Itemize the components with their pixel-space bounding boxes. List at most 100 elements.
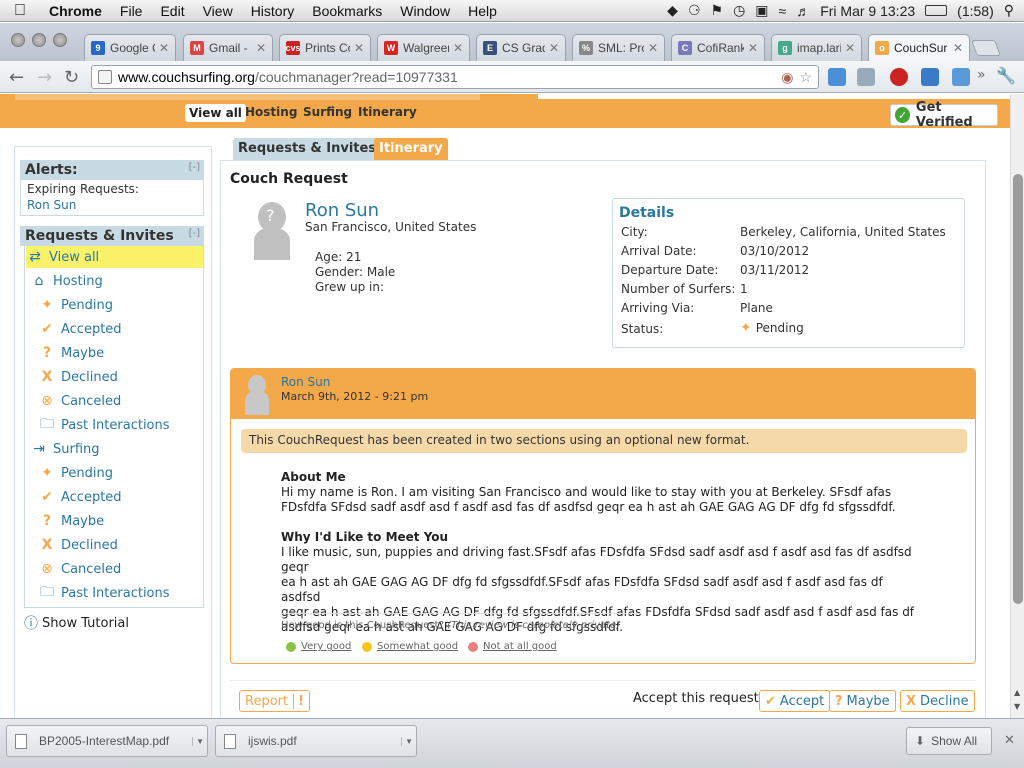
rating-very-good[interactable]: Very good (286, 641, 351, 652)
forward-icon[interactable]: → (37, 67, 52, 88)
get-verified-button[interactable]: ✓ Get Verified (890, 100, 998, 130)
scroll-up-icon[interactable]: ▲ (1014, 688, 1020, 697)
extension-badge-icon[interactable] (921, 68, 939, 86)
report-button[interactable]: Report ! (239, 690, 311, 712)
browser-tab[interactable]: M Gmail - In ✕ (183, 34, 273, 61)
display-icon[interactable]: ▣ (755, 2, 768, 19)
sidebar-hosting-maybe[interactable]: ? Maybe (38, 342, 104, 364)
tab-requests-invites[interactable]: Requests & Invites (233, 138, 382, 160)
vertical-scrollbar[interactable]: ▲ ▼ (1010, 94, 1024, 718)
browser-tab[interactable]: 9 Google C ✕ (84, 34, 176, 61)
menu-history[interactable]: History (242, 3, 304, 19)
spotlight-icon[interactable]: ⚲ (1004, 2, 1014, 19)
bookmark-icon[interactable]: ⚑ (711, 2, 724, 19)
sidebar-surfing-accepted[interactable]: ✔ Accepted (38, 486, 121, 508)
scrollbar-thumb[interactable] (1013, 174, 1023, 604)
requests-collapse-button[interactable]: [-] (189, 228, 200, 239)
sidebar-hosting-canceled[interactable]: ⊗ Canceled (38, 390, 121, 412)
close-tab-icon[interactable]: ✕ (748, 41, 758, 55)
sidebar-surfing-declined[interactable]: X Declined (38, 534, 118, 556)
volume-icon[interactable]: ♬ (796, 3, 810, 19)
minimize-window-button[interactable] (32, 33, 46, 47)
timemachine-icon[interactable]: ◷ (733, 2, 745, 19)
clock-text[interactable]: Fri Mar 9 13:23 (820, 3, 915, 19)
address-bar[interactable]: www.couchsurfing.org/couchmanager?read=1… (91, 65, 819, 89)
menu-help[interactable]: Help (459, 3, 506, 19)
subnav-view-all[interactable]: View all (185, 104, 246, 122)
subnav-itinerary[interactable]: Itinerary (358, 105, 417, 119)
menu-view[interactable]: View (194, 3, 242, 19)
close-downloads-icon[interactable]: ✕ (1004, 733, 1015, 748)
extension-icon[interactable] (857, 68, 875, 86)
sender-avatar[interactable] (243, 373, 271, 415)
dropbox-icon[interactable]: ◆ (667, 2, 678, 19)
menu-edit[interactable]: Edit (151, 3, 193, 19)
download-item[interactable]: ijswis.pdf ▼ (215, 725, 417, 757)
rating-somewhat-good[interactable]: Somewhat good (362, 641, 458, 652)
tab-itinerary[interactable]: Itinerary (374, 138, 448, 160)
browser-tab[interactable]: g imap.larit ✕ (771, 34, 862, 61)
adblock-icon[interactable] (890, 68, 908, 86)
chevron-down-icon[interactable]: ▼ (401, 736, 413, 746)
close-tab-icon[interactable]: ✕ (256, 41, 266, 55)
alerts-collapse-button[interactable]: [-] (189, 162, 200, 173)
close-window-button[interactable] (11, 33, 25, 47)
maybe-button[interactable]: ? Maybe (829, 690, 896, 712)
close-tab-icon[interactable]: ✕ (845, 41, 855, 55)
star-icon[interactable]: ☆ (799, 69, 812, 86)
cookie-blocked-icon[interactable]: ◉ (781, 69, 793, 86)
subnav-hosting[interactable]: Hosting (245, 105, 297, 119)
sidebar-surfing-pending[interactable]: ✦ Pending (38, 462, 113, 484)
back-icon[interactable]: ← (9, 67, 24, 88)
subnav-surfing[interactable]: Surfing (303, 105, 352, 119)
sidebar-hosting-accepted[interactable]: ✔ Accepted (38, 318, 121, 340)
wrench-icon[interactable]: 🔧 (996, 66, 1016, 85)
close-tab-icon[interactable]: ✕ (354, 41, 364, 55)
close-tab-icon[interactable]: ✕ (549, 41, 559, 55)
show-tutorial-link[interactable]: ⓘ Show Tutorial (24, 612, 129, 634)
browser-tab[interactable]: W Walgreen ✕ (377, 34, 470, 61)
wifi-icon[interactable]: ≈ (779, 3, 787, 19)
decline-button[interactable]: X Decline (900, 690, 975, 712)
download-item[interactable]: BP2005-InterestMap.pdf ▼ (6, 725, 208, 757)
menu-file[interactable]: File (111, 3, 152, 19)
sidebar-view-all[interactable]: ⇄ View all (26, 246, 203, 268)
apple-icon[interactable]:  (0, 2, 40, 20)
rating-not-good[interactable]: Not at all good (468, 641, 557, 652)
show-all-downloads-button[interactable]: ⬇ Show All (906, 727, 992, 755)
sidebar-surfing-past[interactable]: 🗀 Past Interactions (38, 582, 170, 604)
accept-button[interactable]: ✔ Accept (759, 690, 831, 712)
chevron-down-icon[interactable]: ▼ (192, 736, 204, 746)
sync-icon[interactable]: ⚆ (688, 2, 701, 19)
close-tab-icon[interactable]: ✕ (159, 41, 169, 55)
sidebar-surfing-canceled[interactable]: ⊗ Canceled (38, 558, 121, 580)
sender-name[interactable]: Ron Sun (281, 375, 330, 389)
avatar[interactable]: ? (250, 198, 294, 260)
new-tab-button[interactable] (971, 40, 1001, 56)
sidebar-hosting-declined[interactable]: X Declined (38, 366, 118, 388)
sidebar-hosting-past[interactable]: 🗀 Past Interactions (38, 414, 170, 436)
battery-icon[interactable] (925, 5, 948, 16)
screenshot-icon[interactable] (952, 68, 970, 86)
battery-text[interactable]: (1:58) (957, 3, 994, 19)
menu-window[interactable]: Window (391, 3, 459, 19)
menu-app-name[interactable]: Chrome (40, 3, 111, 19)
scroll-down-icon[interactable]: ▼ (1014, 702, 1020, 711)
menu-bookmarks[interactable]: Bookmarks (303, 3, 391, 19)
browser-tab[interactable]: C CofiRank ✕ (671, 34, 765, 61)
sidebar-surfing-maybe[interactable]: ? Maybe (38, 510, 104, 532)
zoom-window-button[interactable] (53, 33, 67, 47)
translate-icon[interactable] (828, 68, 846, 86)
reload-icon[interactable]: ↻ (64, 67, 79, 88)
browser-tab[interactable]: o CouchSur ✕ (868, 34, 970, 61)
requester-name[interactable]: Ron Sun (305, 200, 379, 221)
close-tab-icon[interactable]: ✕ (648, 41, 658, 55)
browser-tab[interactable]: cvs Prints Col ✕ (279, 34, 371, 61)
close-tab-icon[interactable]: ✕ (453, 41, 463, 55)
sidebar-hosting[interactable]: ⌂ Hosting (30, 270, 103, 292)
browser-tab[interactable]: E CS Gradu ✕ (476, 34, 566, 61)
sidebar-hosting-pending[interactable]: ✦ Pending (38, 294, 113, 316)
more-extensions-icon[interactable]: » (977, 67, 986, 83)
expiring-request-link[interactable]: Ron Sun (21, 198, 203, 212)
close-tab-icon[interactable]: ✕ (953, 41, 963, 55)
